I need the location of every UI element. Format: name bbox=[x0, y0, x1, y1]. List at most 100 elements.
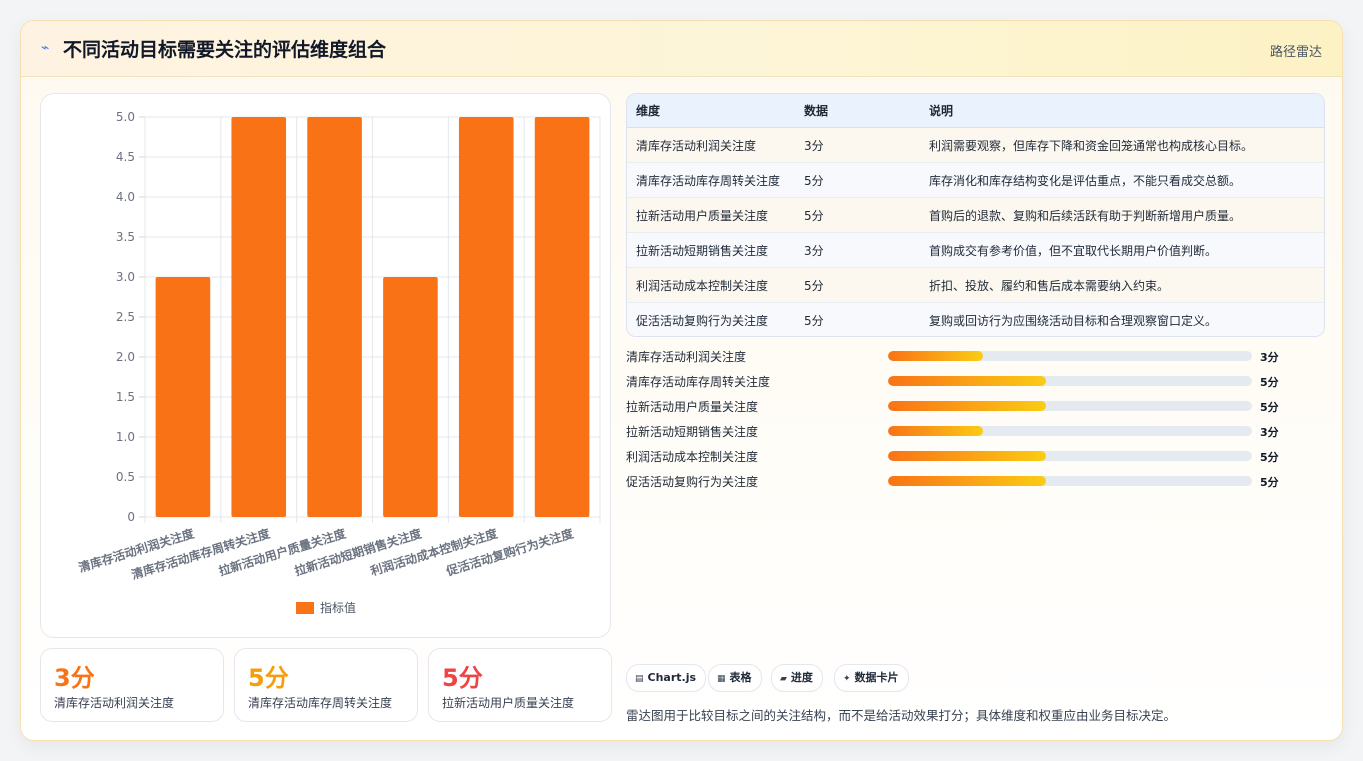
legend-label: 指标值 bbox=[320, 600, 356, 615]
stat-card: 5分 清库存活动库存周转关注度 bbox=[234, 648, 418, 722]
table-cell: 5分 bbox=[795, 267, 920, 303]
y-tick-label: 0 bbox=[127, 510, 135, 524]
bolt-icon: ⌁ bbox=[41, 40, 50, 56]
progress-fill bbox=[888, 351, 983, 361]
bar bbox=[231, 117, 287, 517]
chip-table[interactable]: ▦ 表格 bbox=[708, 664, 762, 692]
footnote: 雷达图用于比较目标之间的关注结构，而不是给活动效果打分；具体维度和权重应由业务目… bbox=[626, 708, 1177, 723]
y-tick-label: 1.0 bbox=[116, 430, 135, 444]
progress-track bbox=[888, 426, 1252, 436]
table-cell: 首购成交有参考价值，但不宜取代长期用户价值判断。 bbox=[920, 232, 1324, 268]
table-row: 清库存活动利润关注度 3分 利润需要观察，但库存下降和资金回笼通常也构成核心目标。 bbox=[627, 127, 1324, 163]
progress-fill bbox=[888, 401, 1046, 411]
stat-label: 拉新活动用户质量关注度 bbox=[442, 696, 575, 710]
progress-icon: ▰ bbox=[780, 674, 787, 684]
progress-row: 促活活动复购行为关注度 5分 bbox=[626, 471, 1326, 491]
progress-row: 拉新活动用户质量关注度 5分 bbox=[626, 396, 1326, 416]
sparkle-icon: ✦ bbox=[843, 674, 851, 684]
page-title: 不同活动目标需要关注的评估维度组合 bbox=[63, 39, 387, 61]
progress-row: 清库存活动库存周转关注度 5分 bbox=[626, 371, 1326, 391]
x-tick-label: 利润活动成本控制关注度 bbox=[368, 525, 500, 578]
table-cell: 促活活动复购行为关注度 bbox=[627, 302, 795, 336]
y-tick-label: 2.0 bbox=[116, 350, 135, 364]
column-header: 维度 bbox=[627, 94, 795, 128]
table-header-row: 维度 数据 说明 bbox=[627, 94, 1324, 128]
stat-card: 5分 拉新活动用户质量关注度 bbox=[428, 648, 612, 722]
table-row: 拉新活动用户质量关注度 5分 首购后的退款、复购和后续活跃有助于判断新增用户质量。 bbox=[627, 197, 1324, 233]
stat-label: 清库存活动利润关注度 bbox=[54, 696, 175, 710]
progress-label: 拉新活动短期销售关注度 bbox=[626, 425, 759, 439]
table-row: 促活活动复购行为关注度 5分 复购或回访行为应围绕活动目标和合理观察窗口定义。 bbox=[627, 302, 1324, 336]
progress-row: 拉新活动短期销售关注度 3分 bbox=[626, 421, 1326, 441]
progress-value: 5分 bbox=[1260, 451, 1279, 464]
x-tick-label: 拉新活动用户质量关注度 bbox=[217, 525, 349, 578]
progress-fill bbox=[888, 451, 1046, 461]
progress-fill bbox=[888, 476, 1046, 486]
header-tag: 路径雷达 bbox=[1269, 45, 1322, 60]
table-cell: 利润活动成本控制关注度 bbox=[627, 267, 795, 303]
progress-label: 促活活动复购行为关注度 bbox=[626, 475, 759, 489]
progress-track bbox=[888, 476, 1252, 486]
table-cell: 5分 bbox=[795, 302, 920, 336]
table-cell: 拉新活动短期销售关注度 bbox=[627, 232, 795, 268]
table-cell: 拉新活动用户质量关注度 bbox=[627, 197, 795, 233]
progress-track bbox=[888, 451, 1252, 461]
x-tick-label: 清库存活动库存周转关注度 bbox=[130, 525, 273, 582]
y-tick-label: 4.0 bbox=[116, 190, 135, 204]
progress-label: 清库存活动库存周转关注度 bbox=[626, 375, 771, 389]
progress-label: 利润活动成本控制关注度 bbox=[626, 450, 759, 464]
progress-label: 拉新活动用户质量关注度 bbox=[626, 400, 759, 414]
chip-data-card[interactable]: ✦ 数据卡片 bbox=[834, 664, 909, 692]
table-cell: 清库存活动利润关注度 bbox=[627, 127, 795, 163]
table-cell: 3分 bbox=[795, 232, 920, 268]
progress-value: 5分 bbox=[1260, 401, 1279, 414]
stat-card: 3分 清库存活动利润关注度 bbox=[40, 648, 224, 722]
progress-fill bbox=[888, 426, 983, 436]
stat-value: 5分 bbox=[248, 664, 289, 692]
table-cell: 5分 bbox=[795, 162, 920, 198]
column-header: 说明 bbox=[920, 94, 1324, 128]
table-cell: 复购或回访行为应围绕活动目标和合理观察窗口定义。 bbox=[920, 302, 1324, 336]
progress-value: 5分 bbox=[1260, 476, 1279, 489]
progress-value: 3分 bbox=[1260, 426, 1279, 439]
progress-track bbox=[888, 351, 1252, 361]
y-tick-label: 3.0 bbox=[116, 270, 135, 284]
progress-value: 3分 bbox=[1260, 351, 1279, 364]
stat-label: 清库存活动库存周转关注度 bbox=[248, 696, 393, 710]
bar bbox=[307, 117, 362, 517]
progress-row: 利润活动成本控制关注度 5分 bbox=[626, 446, 1326, 466]
bar-chart: 00.51.01.52.02.53.03.54.04.55.0清库存活动利润关注… bbox=[77, 110, 601, 615]
progress-fill bbox=[888, 376, 1046, 386]
table-row: 清库存活动库存周转关注度 5分 库存消化和库存结构变化是评估重点，不能只看成交总额。 bbox=[627, 162, 1324, 198]
data-table: 维度 数据 说明 清库存活动利润关注度 3分 利润需要观察，但库存下降和资金回笼通常… bbox=[626, 93, 1325, 337]
bar bbox=[155, 277, 211, 517]
progress-label: 清库存活动利润关注度 bbox=[626, 350, 747, 364]
bar bbox=[383, 277, 438, 517]
table-cell: 库存消化和库存结构变化是评估重点，不能只看成交总额。 bbox=[920, 162, 1324, 198]
stat-value: 5分 bbox=[442, 664, 483, 692]
stat-value: 3分 bbox=[54, 664, 95, 692]
chart-icon: ▤ bbox=[635, 674, 644, 684]
y-tick-label: 3.5 bbox=[116, 230, 135, 244]
progress-track bbox=[888, 376, 1252, 386]
x-tick-label: 促活活动复购行为关注度 bbox=[443, 525, 576, 579]
table-cell: 3分 bbox=[795, 127, 920, 163]
chip-progress[interactable]: ▰ 进度 bbox=[771, 664, 823, 692]
progress-track bbox=[888, 401, 1252, 411]
table-cell: 利润需要观察，但库存下降和资金回笼通常也构成核心目标。 bbox=[920, 127, 1324, 163]
table-row: 利润活动成本控制关注度 5分 折扣、投放、履约和售后成本需要纳入约束。 bbox=[627, 267, 1324, 303]
table-cell: 首购后的退款、复购和后续活跃有助于判断新增用户质量。 bbox=[920, 197, 1324, 233]
table-icon: ▦ bbox=[717, 674, 726, 684]
table-row: 拉新活动短期销售关注度 3分 首购成交有参考价值，但不宜取代长期用户价值判断。 bbox=[627, 232, 1324, 268]
chip-chartjs[interactable]: ▤ Chart.js bbox=[626, 664, 707, 692]
column-header: 数据 bbox=[795, 94, 920, 128]
legend-swatch bbox=[296, 602, 314, 614]
progress-row: 清库存活动利润关注度 3分 bbox=[626, 346, 1326, 366]
x-tick-label: 拉新活动短期销售关注度 bbox=[293, 525, 425, 578]
table-cell: 折扣、投放、履约和售后成本需要纳入约束。 bbox=[920, 267, 1324, 303]
progress-value: 5分 bbox=[1260, 376, 1279, 389]
table-cell: 清库存活动库存周转关注度 bbox=[627, 162, 795, 198]
table-cell: 5分 bbox=[795, 197, 920, 233]
y-tick-label: 4.5 bbox=[116, 150, 135, 164]
bar-chart-panel: 0 0.5 1.0 1.5 2.0 2.5 3.0 3.5 4.0 4.5 5.0 清库存活动利润关注… bbox=[40, 93, 611, 638]
